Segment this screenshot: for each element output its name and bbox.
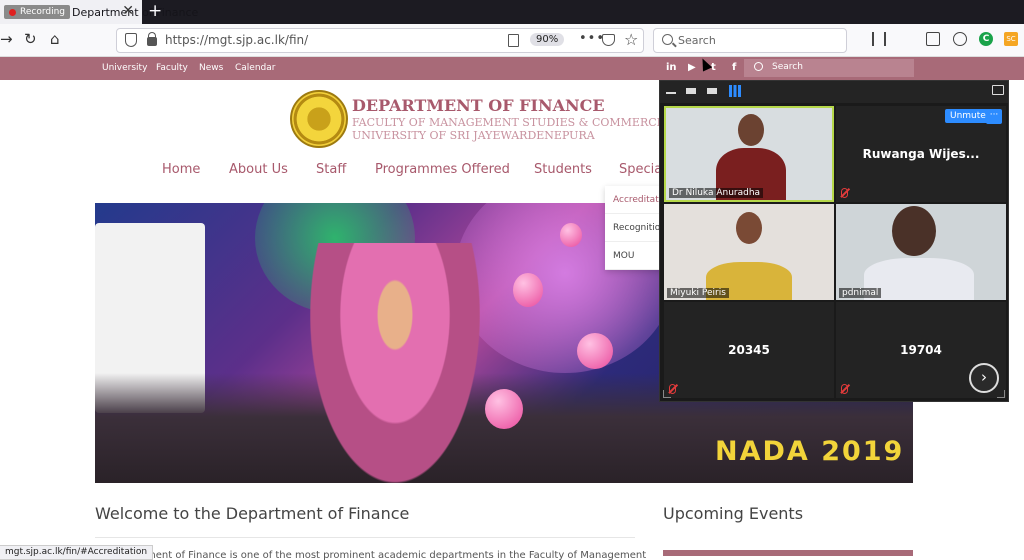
library-icon[interactable] (872, 32, 886, 46)
record-dot-icon (9, 8, 16, 16)
recording-label: Recording (20, 7, 66, 17)
participant-tile[interactable]: Dr Niluka Anuradha (664, 106, 834, 202)
department-title: DEPARTMENT OF FINANCE (352, 96, 605, 115)
browser-toolbar: → ↻ ⌂ https://mgt.sjp.ac.lk/fin/ 90% •••… (0, 24, 1024, 57)
linkedin-icon[interactable]: in (666, 62, 677, 73)
dropdown-item-accreditation[interactable]: Accreditation (605, 186, 665, 214)
nav-students[interactable]: Students (534, 162, 592, 177)
meeting-title-bar (660, 81, 1008, 103)
view-strip-icon[interactable] (686, 88, 696, 94)
participant-tile[interactable]: pdnimal (836, 204, 1006, 300)
topbar-link-calendar[interactable]: Calendar (235, 63, 275, 73)
hero-banner-text: NADA 2019 (715, 436, 905, 467)
faculty-name: FACULTY OF MANAGEMENT STUDIES & COMMERCE (352, 116, 665, 129)
bookmark-star-icon[interactable]: ☆ (624, 30, 638, 49)
dropdown-item-recognition[interactable]: Recognition (605, 214, 665, 242)
sidebar-icon[interactable] (926, 32, 940, 46)
extension-orange-icon[interactable]: SC (1004, 32, 1018, 46)
unmute-button[interactable]: Unmute (945, 109, 991, 123)
reader-view-icon[interactable] (508, 34, 519, 47)
youtube-icon[interactable]: ▶ (688, 62, 696, 73)
balloon (485, 389, 523, 429)
lead-dancer (310, 243, 480, 483)
participant-face (738, 114, 764, 146)
resize-handle-icon[interactable] (663, 390, 671, 398)
more-options-button[interactable]: ··· (986, 109, 1002, 124)
url-bar[interactable]: https://mgt.sjp.ac.lk/fin/ 90% ••• ☆ (116, 28, 644, 53)
balloon (560, 223, 582, 247)
browser-search-placeholder: Search (678, 34, 716, 47)
extension-green-icon[interactable]: C (979, 32, 993, 46)
participant-face (892, 206, 936, 256)
balloon (577, 333, 613, 369)
welcome-divider (95, 537, 635, 538)
dropdown-item-mou[interactable]: MOU (605, 242, 665, 270)
nav-staff[interactable]: Staff (316, 162, 346, 177)
muted-mic-icon (841, 188, 848, 198)
minimize-icon[interactable] (666, 92, 676, 94)
participant-tile[interactable]: Miyuki Peiris (664, 204, 834, 300)
browser-tab-strip: Recording Department of Finance ✕ + (0, 0, 1024, 24)
account-icon[interactable] (953, 32, 967, 46)
video-meeting-window: Dr Niluka Anuradha Ruwanga Wijes... Miyu… (659, 80, 1009, 402)
view-speaker-icon[interactable] (707, 88, 717, 94)
participant-face (736, 212, 762, 244)
back-icon[interactable]: → (0, 30, 13, 48)
home-icon[interactable]: ⌂ (50, 30, 60, 48)
site-search-input[interactable]: Search (744, 59, 914, 77)
participant-name: pdnimal (839, 288, 882, 298)
link-status-bar: mgt.sjp.ac.lk/fin/#Accreditation (0, 545, 154, 560)
university-name: UNIVERSITY OF SRI JAYEWARDENEPURA (352, 129, 595, 142)
topbar-link-news[interactable]: News (199, 63, 223, 73)
nav-home[interactable]: Home (162, 162, 200, 177)
nav-special[interactable]: Specia (619, 162, 662, 177)
site-search-icon (754, 62, 763, 71)
resize-handle-icon[interactable] (997, 390, 1005, 398)
participant-name: 20345 (728, 343, 770, 357)
special-dropdown-menu: Accreditation Recognition MOU (605, 186, 665, 270)
reload-icon[interactable]: ↻ (24, 30, 37, 48)
recording-indicator: Recording (4, 5, 71, 19)
topbar-link-faculty[interactable]: Faculty (156, 63, 188, 73)
browser-tab[interactable]: Recording Department of Finance ✕ (0, 0, 198, 24)
topbar-link-university[interactable]: University (102, 63, 147, 73)
close-tab-icon[interactable]: ✕ (122, 4, 134, 18)
muted-mic-icon (841, 384, 848, 394)
site-search-placeholder: Search (772, 62, 803, 72)
tracking-shield-icon[interactable] (125, 33, 137, 47)
participant-name: Miyuki Peiris (667, 288, 729, 298)
gallery-view-icon[interactable] (729, 85, 741, 97)
screen: Recording Department of Finance ✕ + → ↻ … (0, 0, 1024, 560)
next-page-button[interactable]: › (969, 363, 999, 393)
facebook-icon[interactable]: f (732, 62, 736, 73)
lock-icon[interactable] (147, 32, 157, 46)
balloon (513, 273, 543, 307)
intro-paragraph: rtment of Finance is one of the most pro… (138, 550, 647, 560)
pocket-icon[interactable] (602, 34, 615, 46)
zoom-level[interactable]: 90% (530, 33, 565, 46)
exit-minimized-icon[interactable] (992, 85, 1004, 95)
welcome-heading: Welcome to the Department of Finance (95, 504, 410, 523)
new-tab-icon[interactable]: + (148, 2, 162, 20)
nav-about-us[interactable]: About Us (229, 162, 288, 177)
search-icon (662, 34, 673, 45)
upcoming-events-heading: Upcoming Events (663, 504, 804, 523)
url-text[interactable]: https://mgt.sjp.ac.lk/fin/ (165, 33, 308, 47)
upcoming-events-bar (663, 550, 913, 556)
site-top-bar: University Faculty News Calendar in ▶ t … (0, 57, 1024, 80)
browser-search-bar[interactable]: Search (653, 28, 847, 53)
participant-tile[interactable]: 20345 (664, 302, 834, 398)
participant-name: Dr Niluka Anuradha (669, 188, 764, 198)
nav-programmes-offered[interactable]: Programmes Offered (375, 162, 510, 177)
tab-title: Department of Finance (72, 5, 199, 19)
university-seal-logo[interactable] (290, 90, 348, 148)
twitter-icon[interactable]: t (711, 62, 716, 73)
